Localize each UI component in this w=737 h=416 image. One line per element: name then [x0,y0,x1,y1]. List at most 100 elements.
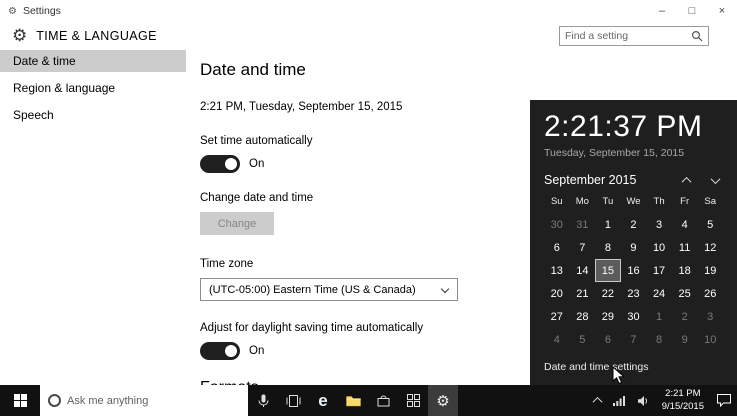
calendar-day[interactable]: 29 [595,305,621,328]
tray-clock[interactable]: 2:21 PM 9/15/2015 [655,388,711,414]
window-controls: – □ × [647,0,737,22]
find-setting-input[interactable] [560,30,691,42]
timezone-dropdown[interactable]: (UTC-05:00) Eastern Time (US & Canada) [200,278,458,301]
calendar-day[interactable]: 28 [570,305,596,328]
dst-toggle[interactable] [200,342,240,360]
calendar-day[interactable]: 1 [646,305,672,328]
calendar-day[interactable]: 17 [646,259,672,282]
calendar-day[interactable]: 3 [646,213,672,236]
toggle-knob [225,345,237,357]
calendar-day[interactable]: 15 [595,259,621,282]
edge-icon[interactable]: e [308,385,338,416]
store-icon[interactable] [368,385,398,416]
calendar-day[interactable]: 13 [544,259,570,282]
calendar-day[interactable]: 24 [646,282,672,305]
timezone-label: Time zone [200,258,254,270]
timezone-value: (UTC-05:00) Eastern Time (US & Canada) [209,283,416,296]
chevron-down-icon[interactable] [710,173,721,184]
calendar-day[interactable]: 20 [544,282,570,305]
calendar-day[interactable]: 26 [697,282,723,305]
taskbar: e ⚙ 2:21 PM 9/15/2015 [0,385,737,416]
calendar-day[interactable]: 11 [672,236,698,259]
calendar-day[interactable]: 5 [697,213,723,236]
calendar-day[interactable]: 4 [672,213,698,236]
calendar-day[interactable]: 10 [697,328,723,351]
settings-taskbar-icon[interactable]: ⚙ [428,385,458,416]
section-heading: Date and time [200,60,306,79]
calendar-day[interactable]: 16 [621,259,647,282]
calendar-day[interactable]: 9 [621,236,647,259]
calendar-day[interactable]: 10 [646,236,672,259]
file-explorer-icon[interactable] [338,385,368,416]
calendar-day[interactable]: 31 [570,213,596,236]
minimize-button[interactable]: – [647,0,677,22]
calendar-day[interactable]: 3 [697,305,723,328]
maximize-button[interactable]: □ [677,0,707,22]
volume-icon[interactable] [631,385,655,416]
calendar-day[interactable]: 12 [697,236,723,259]
cortana-searchbox[interactable] [40,385,248,416]
calendar-day-header: Th [653,196,665,207]
calendar-day[interactable]: 6 [595,328,621,351]
microphone-icon[interactable] [248,385,278,416]
calendar-day-header: We [626,196,641,207]
calendar-grid: 30 31 1 2 3 4 5 6 7 8 9 10 11 12 13 14 15 16 17 18 19 20 21 22 2… [544,213,723,351]
page-title: TIME & LANGUAGE [36,29,157,43]
calendar-day[interactable]: 7 [621,328,647,351]
action-center-icon[interactable] [711,385,737,416]
calendar-day-headers: Su Mo Tu We Th Fr Sa [544,196,723,213]
chevron-up-icon[interactable] [681,176,692,187]
calendar-day[interactable]: 1 [595,213,621,236]
calendar-day[interactable]: 6 [544,236,570,259]
clock-flyout: 2:21:37 PM Tuesday, September 15, 2015 S… [530,100,737,385]
calendar-day[interactable]: 2 [621,213,647,236]
calendar-day[interactable]: 7 [570,236,596,259]
dst-state: On [249,345,265,357]
gear-icon: ⚙ [12,26,28,45]
calendar-day[interactable]: 5 [570,328,596,351]
sidebar-item-date-time[interactable]: Date & time [0,50,186,72]
date-time-panel: Date and time 2:21 PM, Tuesday, Septembe… [186,48,532,416]
app-grid-icon[interactable] [398,385,428,416]
tray-time: 2:21 PM [665,387,701,399]
close-button[interactable]: × [707,0,737,22]
show-hidden-icons-button[interactable] [588,385,607,416]
dst-label: Adjust for daylight saving time automati… [200,322,424,334]
cortana-search-input[interactable] [67,394,240,407]
calendar-day[interactable]: 22 [595,282,621,305]
set-time-auto-label: Set time automatically [200,135,313,147]
system-tray: 2:21 PM 9/15/2015 [588,385,737,416]
titlebar: ⚙ Settings – □ × [0,0,737,22]
calendar-day[interactable]: 18 [672,259,698,282]
calendar-day[interactable]: 4 [544,328,570,351]
calendar-day[interactable]: 19 [697,259,723,282]
cortana-icon [48,394,61,407]
sidebar-item-region-language[interactable]: Region & language [0,77,186,99]
network-icon[interactable] [607,385,631,416]
find-setting-searchbox[interactable] [559,26,709,46]
app-header: ⚙ TIME & LANGUAGE [0,22,737,50]
current-datetime: 2:21 PM, Tuesday, September 15, 2015 [200,101,403,113]
set-time-auto-toggle[interactable] [200,155,240,173]
calendar-day[interactable]: 27 [544,305,570,328]
calendar-day-header: Fr [680,196,690,207]
task-view-icon[interactable] [278,385,308,416]
calendar-day[interactable]: 2 [672,305,698,328]
tray-date: 9/15/2015 [661,400,704,412]
calendar-day-header: Sa [704,196,717,207]
calendar-day[interactable]: 25 [672,282,698,305]
sidebar-item-speech[interactable]: Speech [0,104,186,126]
date-time-settings-link[interactable]: Date and time settings [544,361,723,373]
start-button[interactable] [0,385,40,416]
flyout-time: 2:21:37 PM [544,110,703,143]
calendar-day[interactable]: 30 [621,305,647,328]
calendar-day[interactable]: 8 [646,328,672,351]
flyout-date: Tuesday, September 15, 2015 [544,147,685,159]
calendar-day[interactable]: 21 [570,282,596,305]
calendar-day[interactable]: 8 [595,236,621,259]
calendar-day[interactable]: 30 [544,213,570,236]
calendar-day[interactable]: 14 [570,259,596,282]
change-button[interactable]: Change [200,212,274,235]
calendar-day[interactable]: 9 [672,328,698,351]
calendar-day[interactable]: 23 [621,282,647,305]
